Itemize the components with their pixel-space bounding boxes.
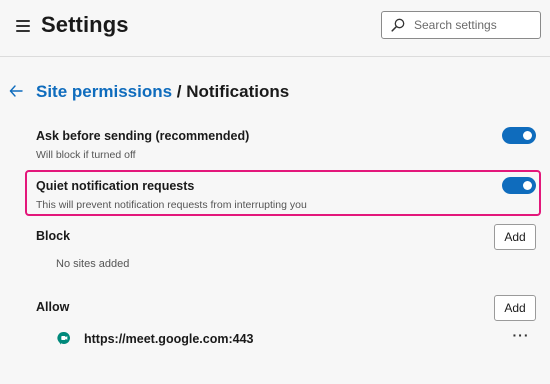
- quiet-requests-title: Quiet notification requests: [36, 179, 195, 193]
- search-box[interactable]: [381, 11, 541, 39]
- more-options-icon[interactable]: ···: [510, 328, 532, 346]
- breadcrumb-site-permissions-link[interactable]: Site permissions: [36, 82, 172, 101]
- hamburger-menu-icon[interactable]: [16, 20, 30, 32]
- block-empty-text: No sites added: [56, 258, 130, 270]
- allowed-site-url: https://meet.google.com:443: [84, 332, 254, 346]
- header: Settings: [0, 0, 550, 52]
- ask-before-sending-toggle[interactable]: [502, 127, 536, 144]
- block-add-button[interactable]: Add: [494, 224, 536, 250]
- quiet-requests-description: This will prevent notification requests …: [36, 199, 307, 211]
- header-divider: [0, 56, 550, 57]
- search-input[interactable]: [414, 14, 538, 36]
- allow-add-button[interactable]: Add: [494, 295, 536, 321]
- quiet-requests-toggle[interactable]: [502, 177, 536, 194]
- toggle-knob: [523, 181, 532, 190]
- ask-before-sending-description: Will block if turned off: [36, 149, 136, 161]
- allow-section-label: Allow: [36, 300, 70, 314]
- breadcrumb-current: Notifications: [186, 82, 290, 101]
- search-icon: [391, 18, 405, 32]
- back-arrow-icon[interactable]: [9, 84, 23, 98]
- settings-page: Settings Site permissions / Notification…: [0, 0, 550, 384]
- block-section-label: Block: [36, 229, 71, 243]
- breadcrumb: Site permissions / Notifications: [36, 82, 289, 102]
- toggle-knob: [523, 131, 532, 140]
- page-title: Settings: [41, 12, 129, 37]
- ask-before-sending-title: Ask before sending (recommended): [36, 129, 250, 143]
- breadcrumb-separator: /: [172, 82, 187, 101]
- google-meet-icon: [57, 331, 70, 345]
